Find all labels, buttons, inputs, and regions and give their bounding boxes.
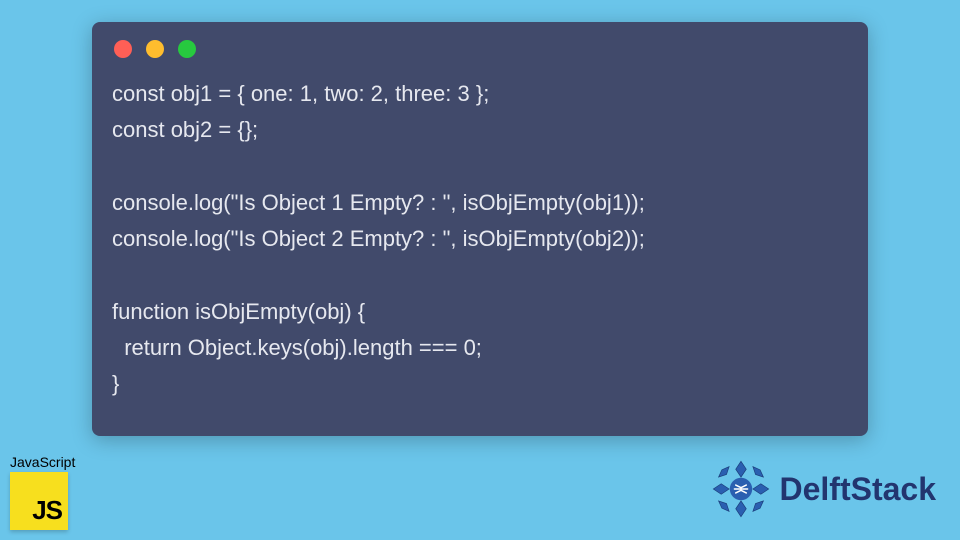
javascript-icon: JS bbox=[10, 472, 68, 530]
javascript-label: JavaScript bbox=[10, 454, 75, 470]
minimize-dot-icon bbox=[146, 40, 164, 58]
window-traffic-lights bbox=[92, 40, 868, 68]
code-window: const obj1 = { one: 1, two: 2, three: 3 … bbox=[92, 22, 868, 436]
delftstack-brand-text: DelftStack bbox=[780, 471, 937, 508]
javascript-badge: JavaScript JS bbox=[10, 454, 75, 530]
javascript-icon-text: JS bbox=[32, 495, 62, 526]
delftstack-logo: DelftStack bbox=[708, 456, 937, 522]
maximize-dot-icon bbox=[178, 40, 196, 58]
delftstack-mark-icon bbox=[708, 456, 774, 522]
close-dot-icon bbox=[114, 40, 132, 58]
code-body: const obj1 = { one: 1, two: 2, three: 3 … bbox=[92, 68, 868, 423]
